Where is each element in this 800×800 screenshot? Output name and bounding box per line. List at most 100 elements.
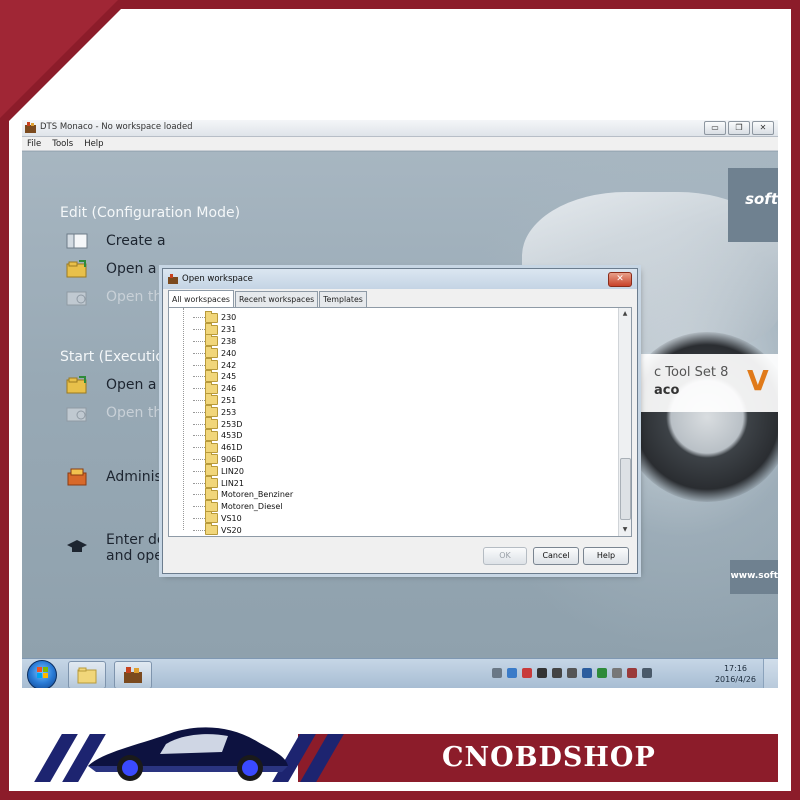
folder-name: 253D xyxy=(221,419,243,429)
scroll-thumb[interactable] xyxy=(620,458,631,520)
folder-row[interactable]: VS20 xyxy=(179,523,293,536)
folder-list: 230 231 238 240 242 245 246 251 253 253D 453D 461D 9… xyxy=(179,310,293,536)
corner-decoration-inner xyxy=(0,0,118,118)
window-controls: ▭ ❐ ✕ xyxy=(704,121,774,135)
open-workspace-start-action[interactable]: Open a xyxy=(66,376,156,394)
folder-icon xyxy=(205,310,218,323)
scroll-up-arrow-icon[interactable]: ▲ xyxy=(619,308,631,320)
clock-time: 17:16 xyxy=(723,664,748,673)
folder-row[interactable]: 230 xyxy=(179,310,293,324)
folder-row[interactable]: 453D xyxy=(179,428,293,442)
minimize-button[interactable]: ▭ xyxy=(704,121,726,135)
taskbar-explorer-button[interactable] xyxy=(68,661,106,688)
shield-tray-icon[interactable] xyxy=(597,668,607,678)
maximize-button[interactable]: ❐ xyxy=(728,121,750,135)
tree-branch xyxy=(193,470,205,472)
create-workspace-action[interactable]: Create a xyxy=(66,232,166,250)
tree-branch xyxy=(193,317,205,319)
brand-name: CNOBDSHOP xyxy=(442,742,656,773)
app-tray-icon[interactable] xyxy=(567,668,577,678)
open-last-workspace-start-action: Open th xyxy=(66,404,162,422)
menu-tools[interactable]: Tools xyxy=(52,137,73,150)
folder-row[interactable]: 461D xyxy=(179,440,293,454)
dts-monaco-app-icon xyxy=(25,122,36,133)
windows-logo-icon xyxy=(37,667,48,678)
tab-templates[interactable]: Templates xyxy=(319,291,367,307)
taskbar-clock[interactable]: 17:16 2016/4/26 xyxy=(715,663,756,685)
dts-monaco-app-icon xyxy=(168,274,178,284)
folder-row[interactable]: LIN21 xyxy=(179,476,293,489)
folder-row[interactable]: 253D xyxy=(179,417,293,430)
folder-icon xyxy=(205,511,218,524)
menu-bar: File Tools Help xyxy=(22,137,778,151)
cancel-button[interactable]: Cancel xyxy=(533,547,579,565)
softing-logo: soft xyxy=(745,190,778,208)
folder-icon xyxy=(205,452,218,465)
folder-icon xyxy=(205,381,218,394)
flag-tray-icon[interactable] xyxy=(627,668,637,678)
folder-row[interactable]: 242 xyxy=(179,358,293,371)
clock-date: 2016/4/26 xyxy=(714,675,756,684)
menu-help[interactable]: Help xyxy=(84,137,103,150)
dialog-close-button[interactable]: ✕ xyxy=(608,272,632,287)
folder-row[interactable]: 253 xyxy=(179,405,293,418)
tree-branch xyxy=(193,399,205,401)
network-tray-icon[interactable] xyxy=(507,668,517,678)
keyboard-tray-icon[interactable] xyxy=(492,668,502,678)
start-button[interactable] xyxy=(27,660,57,688)
folder-row[interactable]: 231 xyxy=(179,322,293,336)
administration-label: Adminis xyxy=(106,469,162,485)
open-workspace-edit-action[interactable]: Open a xyxy=(66,260,156,278)
tree-branch xyxy=(193,364,205,366)
volume-tray-icon[interactable] xyxy=(642,668,652,678)
help-button[interactable]: Help xyxy=(583,547,629,565)
edit-section-title: Edit (Configuration Mode) xyxy=(60,205,241,221)
folder-row[interactable]: 246 xyxy=(179,381,293,395)
tab-all-workspaces[interactable]: All workspaces xyxy=(168,290,234,307)
show-desktop-button[interactable] xyxy=(763,659,778,688)
folder-name: 231 xyxy=(221,325,237,335)
start-page: soft c Tool Set 8 aco V www.soft Edit (C… xyxy=(22,152,778,658)
open-last-workspace-edit-action: Open th xyxy=(66,288,162,306)
folder-row[interactable]: 251 xyxy=(179,393,293,407)
administration-action[interactable]: Adminis xyxy=(66,468,162,486)
folder-name: 240 xyxy=(221,348,237,358)
folder-icon xyxy=(77,667,97,684)
folder-icon xyxy=(205,499,218,512)
device-tray-icon[interactable] xyxy=(537,668,547,678)
scroll-down-arrow-icon[interactable]: ▼ xyxy=(619,524,631,536)
folder-row[interactable]: 238 xyxy=(179,334,293,348)
workspace-tree[interactable]: 230 231 238 240 242 245 246 251 253 253D 453D 461D 9… xyxy=(168,307,632,537)
folder-icon xyxy=(205,346,218,359)
tree-branch xyxy=(193,506,205,508)
folder-name: LIN20 xyxy=(221,466,244,476)
update-tray-icon[interactable] xyxy=(582,668,592,678)
ok-button[interactable]: OK xyxy=(483,547,527,565)
tab-recent-workspaces[interactable]: Recent workspaces xyxy=(234,291,319,307)
folder-row[interactable]: VS10 xyxy=(179,511,293,525)
dialog-title: Open workspace xyxy=(182,274,253,284)
vertical-scrollbar[interactable]: ▲ ▼ xyxy=(618,308,631,536)
menu-file[interactable]: File xyxy=(27,137,41,150)
folder-icon xyxy=(205,405,218,418)
security-tray-icon[interactable] xyxy=(522,668,532,678)
folder-row[interactable]: LIN20 xyxy=(179,464,293,477)
folder-icon xyxy=(205,369,218,382)
folder-row[interactable]: Motoren_Benziner xyxy=(179,487,293,501)
folder-row[interactable]: 240 xyxy=(179,346,293,359)
folder-row[interactable]: Motoren_Diesel xyxy=(179,499,293,513)
folder-icon xyxy=(205,440,218,453)
start-section-title: Start (Executio xyxy=(60,349,164,365)
folder-row[interactable]: 906D xyxy=(179,452,293,466)
folder-row[interactable]: 245 xyxy=(179,369,293,383)
tree-branch xyxy=(193,411,205,413)
tools-tray-icon[interactable] xyxy=(552,668,562,678)
usb-tray-icon[interactable] xyxy=(612,668,622,678)
website-link[interactable]: www.soft xyxy=(730,571,778,581)
taskbar-dts-monaco-button[interactable] xyxy=(114,661,152,688)
folder-name: Motoren_Diesel xyxy=(221,502,283,512)
tree-branch xyxy=(193,529,205,531)
close-button[interactable]: ✕ xyxy=(752,121,774,135)
open-recent-icon xyxy=(66,407,87,422)
dts-monaco-app-icon xyxy=(124,667,142,683)
